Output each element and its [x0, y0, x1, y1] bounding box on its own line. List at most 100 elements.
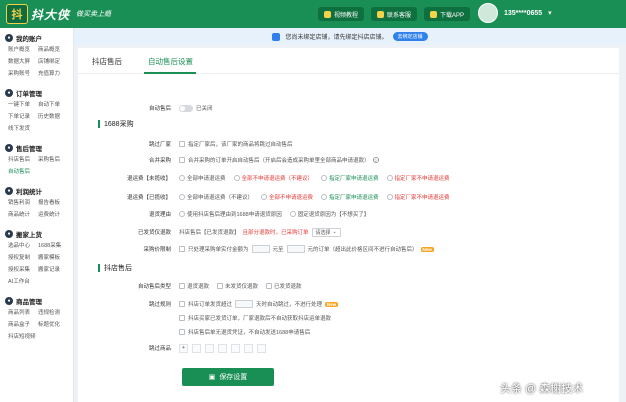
option-label: 指定厂家不申请退运费	[394, 195, 450, 201]
sidebar-item[interactable]: 账户概览	[8, 46, 38, 55]
user-menu[interactable]: 135****0655 ▾	[478, 3, 552, 23]
sidebar-item[interactable]: 报告看板	[38, 199, 74, 208]
sidebar-item[interactable]: 授权采集	[8, 266, 38, 275]
sidebar-item[interactable]: 搬家模板	[38, 254, 74, 263]
sidebar-item[interactable]: 充值算力	[38, 70, 74, 79]
refund-shipped-opt4[interactable]: 指定厂家不申请退运费	[386, 193, 450, 201]
refund-reason-opt2[interactable]: 固定退货原因为【不想买了】	[289, 210, 369, 218]
shipped-refund-select[interactable]: 请选择 ⌄	[311, 227, 341, 237]
chevron-down-icon: ⌄	[332, 229, 337, 235]
sidebar-item[interactable]: 采购账号	[8, 70, 38, 79]
merge-checkbox[interactable]	[179, 157, 185, 163]
auto-aftersale-toggle[interactable]	[179, 104, 193, 112]
refund-reason-opt1[interactable]: 使用抖店售后理由到1688申请退货原因	[179, 210, 282, 218]
sidebar-item[interactable]: 商品概览	[38, 46, 74, 55]
skip-goods-label: 跳过商品	[148, 346, 171, 352]
option-label: 已发货退款	[274, 284, 302, 290]
sidebar-item[interactable]: 搬家记录	[38, 266, 74, 275]
sidebar-item[interactable]: 抖店售后	[8, 156, 38, 165]
refund-shipped-opt1[interactable]: 全部申请退运费（不建议）	[179, 193, 253, 201]
option-label: 全部申请退运费（不建议）	[187, 195, 254, 201]
save-settings-button[interactable]: ▣ 保存设置	[182, 368, 274, 386]
sidebar-item[interactable]: 线下发货	[8, 125, 38, 134]
tab-store-aftersale[interactable]: 抖店售后	[92, 56, 122, 67]
sidebar-item[interactable]: 抖店短视频	[8, 333, 38, 342]
skip-no-proof-checkbox[interactable]	[179, 329, 185, 335]
help-icon[interactable]: ?	[372, 157, 379, 163]
sidebar-item[interactable]: 销售利润	[8, 199, 38, 208]
sidebar-item[interactable]: 选品中心	[8, 242, 38, 251]
sidebar-group-title[interactable]: ● 我的账户	[5, 32, 73, 43]
sidebar-item[interactable]: 下单记录	[8, 113, 38, 122]
skip-vendor-add[interactable]	[179, 141, 185, 147]
option-label: 指定厂家不申请退运费	[394, 176, 450, 182]
skip-rule-text3: 抖店买家已发货订单，厂家退款后不自动获取抖店运单退款	[188, 316, 332, 322]
sidebar-item[interactable]: 商品统计	[8, 211, 38, 220]
sidebar-item[interactable]: 违规检测	[38, 309, 74, 318]
sidebar-item[interactable]: 历史数据	[38, 113, 74, 122]
sidebar-item-active[interactable]: 自动售后	[8, 168, 38, 177]
sidebar-item[interactable]: 采购售后	[38, 156, 74, 165]
avatar[interactable]	[478, 3, 498, 23]
sidebar-item[interactable]: 授权复制	[8, 254, 38, 263]
sidebar-item[interactable]: 店铺绑定	[38, 58, 74, 67]
chat-icon	[377, 10, 385, 18]
sidebar-item[interactable]: AI工作台	[8, 278, 38, 287]
refund-shipped-opt2[interactable]: 全部不申请退运费	[261, 193, 313, 201]
refund-unshipped-opt4[interactable]: 指定厂家不申请退运费	[386, 174, 450, 182]
sidebar-item[interactable]: 标题优化	[38, 321, 74, 330]
notice-bar: 您尚未绑定店铺，请先绑定抖店店铺。 去绑定店铺	[74, 28, 626, 45]
tab-auto-aftersale-settings[interactable]: 自动售后设置	[148, 56, 193, 67]
section-store-heading: 抖店售后	[98, 263, 132, 273]
radio-icon	[289, 211, 296, 217]
type-unshipped-refund[interactable]: 未发货仅退款	[217, 282, 258, 290]
refund-shipped-opt3[interactable]: 指定厂家申请退运费	[321, 193, 379, 201]
radio-icon	[261, 194, 268, 200]
sidebar-group-title[interactable]: ● 售后管理	[5, 142, 73, 153]
refund-unshipped-opt1[interactable]: 全部申请退运费	[179, 174, 226, 182]
skip-vendor-text: 指定厂家后，该厂家的商品将跳过自动售后	[188, 142, 293, 148]
save-icon: ▣	[208, 374, 216, 381]
type-return-refund[interactable]: 退货退款	[179, 282, 209, 290]
goods-thumb-icon[interactable]	[205, 343, 214, 353]
add-goods-icon[interactable]: +	[179, 343, 188, 353]
skip-shipped-checkbox[interactable]	[179, 315, 185, 321]
sidebar-group-title[interactable]: ● 订单管理	[5, 87, 73, 98]
sidebar-item[interactable]: 商品盒子	[8, 321, 38, 330]
sidebar-group-title[interactable]: ● 利润统计	[5, 185, 73, 196]
goods-thumb-icon[interactable]	[192, 343, 201, 353]
goods-thumb-icon[interactable]	[244, 343, 253, 353]
user-icon: ●	[5, 33, 13, 42]
notice-text: 您尚未绑定店铺，请先绑定抖店店铺。	[285, 35, 388, 41]
save-label: 保存设置	[219, 374, 248, 381]
sidebar-item[interactable]: 商品列表	[8, 309, 38, 318]
purchase-limit-checkbox[interactable]	[179, 246, 185, 252]
bind-store-button[interactable]: 去绑定店铺	[392, 32, 428, 41]
sidebar-item[interactable]: 1688采集	[38, 242, 74, 251]
sidebar-group-title[interactable]: ● 商品管理	[5, 295, 73, 306]
sidebar-group-orders: ● 订单管理 一键下单 自动下单 下单记录 历史数据 线下发货	[0, 83, 73, 138]
sidebar-item[interactable]: 数据大屏	[8, 58, 38, 67]
skip-days-input[interactable]	[235, 300, 254, 308]
sidebar-item[interactable]: 一键下单	[8, 101, 38, 110]
sidebar-group-title[interactable]: ● 搬家上货	[5, 228, 73, 239]
app-logo[interactable]: 抖 抖大侠 做买卖上瘾	[0, 0, 111, 28]
price-max-input[interactable]	[286, 245, 305, 253]
sidebar-group-label: 我的账户	[16, 35, 42, 43]
refund-unshipped-opt3[interactable]: 指定厂家申请退运费	[321, 174, 379, 182]
refund-unshipped-opt2[interactable]: 全部不申请退运费（不建议）	[233, 174, 313, 182]
skip-rule-text1: 抖店订单发货超过	[188, 302, 233, 308]
goods-thumb-icon[interactable]	[257, 343, 266, 353]
type-shipped-refund[interactable]: 已发货退款	[266, 282, 302, 290]
chevron-down-icon[interactable]: ▾	[548, 9, 552, 17]
download-app-button[interactable]: 下载APP	[424, 7, 471, 21]
skip-days-checkbox[interactable]	[179, 301, 185, 307]
goods-thumb-icon[interactable]	[218, 343, 227, 353]
sidebar-item[interactable]: 自动下单	[38, 101, 74, 110]
video-tutorial-button[interactable]: 视频教程	[318, 7, 365, 21]
radio-icon	[321, 194, 328, 200]
goods-thumb-icon[interactable]	[231, 343, 240, 353]
contact-support-button[interactable]: 联系客服	[371, 7, 418, 21]
price-min-input[interactable]	[251, 245, 270, 253]
sidebar-item[interactable]: 运费统计	[38, 211, 74, 220]
